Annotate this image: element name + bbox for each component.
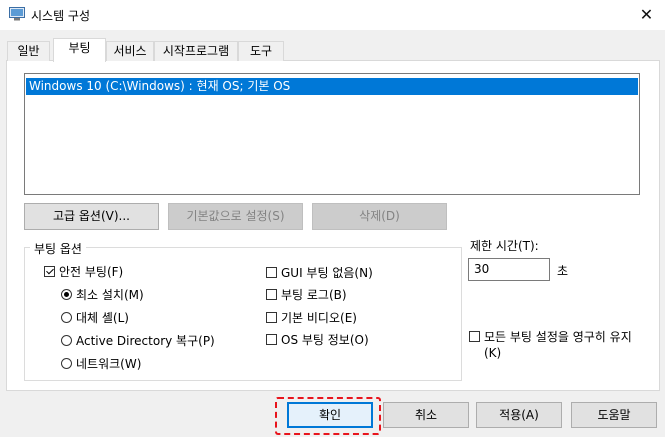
advanced-options-button[interactable]: 고급 옵션(V)...	[24, 203, 159, 230]
set-default-button[interactable]: 기본값으로 설정(S)	[168, 203, 303, 230]
boot-options-title: 부팅 옵션	[30, 240, 86, 257]
apply-button[interactable]: 적용(A)	[476, 402, 562, 428]
timeout-input[interactable]: 30	[468, 258, 550, 281]
os-list[interactable]: Windows 10 (C:\Windows) : 현재 OS; 기본 OS	[24, 73, 640, 195]
checkbox-icon	[266, 289, 277, 300]
network-radio[interactable]: 네트워크(W)	[61, 356, 141, 372]
make-permanent-label: 모든 부팅 설정을 영구히 유지	[484, 330, 632, 344]
minimal-label: 최소 설치(M)	[76, 288, 144, 302]
checkbox-checked-icon	[44, 266, 55, 277]
checkbox-icon	[266, 312, 277, 323]
base-video-checkbox[interactable]: 기본 비디오(E)	[266, 310, 357, 326]
tab-startup[interactable]: 시작프로그램	[154, 41, 238, 61]
title-bar[interactable]	[0, 0, 665, 30]
ok-button[interactable]: 확인	[287, 402, 373, 428]
safe-boot-checkbox[interactable]: 안전 부팅(F)	[44, 264, 123, 280]
delete-button[interactable]: 삭제(D)	[312, 203, 447, 230]
tab-boot[interactable]: 부팅	[53, 38, 106, 62]
alternate-shell-radio[interactable]: 대체 셸(L)	[61, 310, 129, 326]
radio-selected-icon	[61, 289, 72, 300]
window-title: 시스템 구성	[31, 9, 91, 23]
radio-icon	[61, 335, 72, 346]
timeout-label: 제한 시간(T):	[470, 239, 539, 253]
boot-log-checkbox[interactable]: 부팅 로그(B)	[266, 287, 347, 303]
radio-icon	[61, 312, 72, 323]
no-gui-boot-label: GUI 부팅 없음(N)	[281, 266, 373, 280]
os-boot-info-checkbox[interactable]: OS 부팅 정보(O)	[266, 332, 369, 348]
cancel-button[interactable]: 취소	[383, 402, 469, 428]
tab-general[interactable]: 일반	[7, 41, 50, 61]
checkbox-icon	[266, 334, 277, 345]
no-gui-boot-checkbox[interactable]: GUI 부팅 없음(N)	[266, 265, 373, 281]
ad-repair-label: Active Directory 복구(P)	[76, 334, 215, 348]
minimal-radio[interactable]: 최소 설치(M)	[61, 287, 144, 303]
network-label: 네트워크(W)	[76, 357, 142, 371]
system-config-icon	[9, 7, 25, 21]
alternate-shell-label: 대체 셸(L)	[76, 311, 129, 325]
os-list-item-selected[interactable]: Windows 10 (C:\Windows) : 현재 OS; 기본 OS	[26, 78, 638, 95]
boot-log-label: 부팅 로그(B)	[281, 288, 347, 302]
close-button[interactable]: ✕	[628, 0, 665, 30]
help-button[interactable]: 도움말	[571, 402, 657, 428]
checkbox-icon	[469, 331, 480, 342]
radio-icon	[61, 358, 72, 369]
safe-boot-label: 안전 부팅(F)	[59, 265, 124, 279]
tab-services[interactable]: 서비스	[106, 41, 154, 61]
os-boot-info-label: OS 부팅 정보(O)	[281, 333, 369, 347]
make-permanent-checkbox[interactable]: 모든 부팅 설정을 영구히 유지 (K)	[469, 329, 659, 361]
make-permanent-accel: (K)	[484, 346, 502, 360]
timeout-unit: 초	[557, 264, 569, 278]
tab-tools[interactable]: 도구	[238, 41, 284, 61]
base-video-label: 기본 비디오(E)	[281, 311, 357, 325]
checkbox-icon	[266, 267, 277, 278]
ad-repair-radio[interactable]: Active Directory 복구(P)	[61, 333, 215, 349]
